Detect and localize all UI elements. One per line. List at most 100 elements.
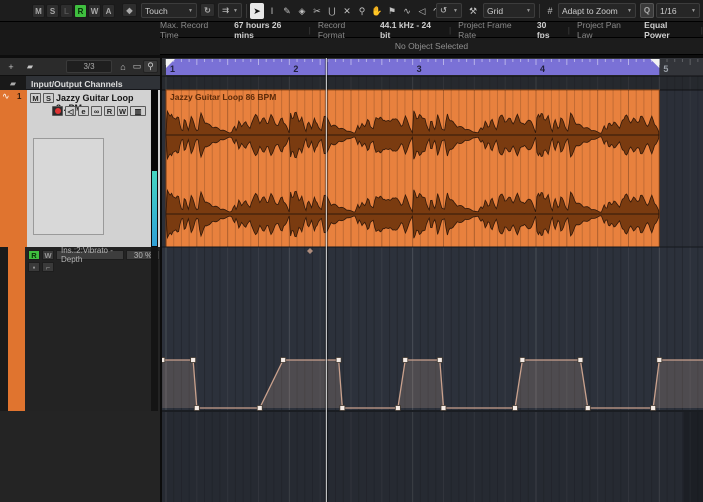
line-tool[interactable]: ∿ xyxy=(400,3,414,19)
automation-point[interactable] xyxy=(437,358,442,363)
quantize-dropdown[interactable]: 1/16 ▼ xyxy=(656,3,700,18)
global-a-button[interactable]: A xyxy=(102,4,115,18)
tool-buttons: ➤I✎◈✂⋃✕⚲✋⚑∿◁↷ xyxy=(250,3,444,19)
global-m-button[interactable]: M xyxy=(32,4,45,18)
chevron-down-icon: ▼ xyxy=(691,8,696,14)
automation-point[interactable] xyxy=(257,406,262,411)
audio-event[interactable]: Jazzy Guitar Loop 86 BPM xyxy=(166,90,659,247)
read-automation-button[interactable]: R xyxy=(104,106,115,116)
status-value[interactable]: Equal Power xyxy=(644,20,694,40)
read-automation-button[interactable]: R xyxy=(28,250,40,260)
automation-point[interactable] xyxy=(441,406,446,411)
audio-track-header[interactable]: ∿ 1 M S Jazzy Guitar Loop 8...PM ◁ e ∞ R… xyxy=(0,90,160,247)
status-label: Project Frame Rate xyxy=(458,20,530,40)
global-r-button[interactable]: R xyxy=(74,4,87,18)
color-tool-dropdown[interactable]: ↺ ▼ xyxy=(436,3,462,18)
split-tool[interactable]: ✂ xyxy=(310,3,324,19)
folder-icon[interactable]: ▰ xyxy=(0,76,26,90)
track-picture-box[interactable] xyxy=(33,138,104,235)
chevron-down-icon: ▼ xyxy=(526,8,531,14)
mute-tool[interactable]: ✕ xyxy=(340,3,354,19)
ruler-bar-label: 2 xyxy=(293,64,298,74)
write-automation-button[interactable]: W xyxy=(117,106,128,116)
global-s-button[interactable]: S xyxy=(46,4,59,18)
folder-track-io-channels[interactable]: ▰ Input/Output Channels xyxy=(0,76,160,90)
level-meter-fill xyxy=(152,171,157,246)
automation-point[interactable] xyxy=(578,358,583,363)
erase-tool[interactable]: ◈ xyxy=(295,3,309,19)
marker-tool[interactable]: ⚑ xyxy=(385,3,399,19)
info-line-message: No Object Selected xyxy=(395,41,468,51)
monitor-button[interactable]: ◁ xyxy=(65,106,76,116)
toolbar-separator xyxy=(539,4,540,18)
track-color-strip[interactable] xyxy=(8,247,25,411)
snap-type-dropdown[interactable]: Grid ▼ xyxy=(483,3,535,18)
status-value[interactable]: 44.1 kHz - 24 bit xyxy=(380,20,442,40)
quantize-icon[interactable]: Q xyxy=(640,3,654,18)
status-value[interactable]: 67 hours 26 mins xyxy=(234,20,302,40)
track-color-strip[interactable] xyxy=(0,90,27,247)
automation-indent xyxy=(0,247,8,411)
status-bar-left-spacer xyxy=(0,22,160,55)
glue-tool[interactable]: ⋃ xyxy=(325,3,339,19)
global-w-button[interactable]: W xyxy=(88,4,101,18)
home-button[interactable]: ⌂ xyxy=(116,60,130,73)
automation-mode-icon[interactable]: ◆ xyxy=(122,3,137,17)
automation-point[interactable] xyxy=(657,358,662,363)
ruler-bar-label: 5 xyxy=(663,64,668,74)
zoom-tool[interactable]: ⚲ xyxy=(355,3,369,19)
chevron-down-icon: ▼ xyxy=(188,8,193,14)
snap-toggle-button[interactable]: ⚒ xyxy=(466,3,480,19)
status-value[interactable]: 30 fps xyxy=(537,20,561,40)
play-tool[interactable]: ◁ xyxy=(415,3,429,19)
track-visibility-pager[interactable]: 3/3 xyxy=(66,60,112,73)
range-selection-tool[interactable]: I xyxy=(265,3,279,19)
record-icon xyxy=(55,108,61,114)
draw-tool[interactable]: ✎ xyxy=(280,3,294,19)
solo-button[interactable]: S xyxy=(43,93,54,103)
automation-point[interactable] xyxy=(513,406,518,411)
level-meter xyxy=(151,90,158,247)
status-label: Project Pan Law xyxy=(577,20,637,40)
automation-point[interactable] xyxy=(520,358,525,363)
automation-curve-button[interactable]: ⌐ xyxy=(42,262,54,272)
automation-point[interactable] xyxy=(651,406,656,411)
automation-mode-dropdown[interactable]: Touch ▼ xyxy=(141,3,197,18)
track-list-empty-area[interactable] xyxy=(0,411,160,502)
automation-point[interactable] xyxy=(162,358,165,363)
edit-channel-button[interactable]: e xyxy=(78,106,89,116)
add-folder-button[interactable]: ▰ xyxy=(22,60,38,73)
event-display-area[interactable]: 12345 Jazzy Guitar Loop 86 BPM xyxy=(162,58,703,502)
automation-track-header[interactable]: R W Ins.:2:Vibrato - Depth 30 % ▪ ⌐ xyxy=(0,247,160,411)
freeze-button[interactable]: ∞ xyxy=(91,106,102,116)
automation-point[interactable] xyxy=(281,358,286,363)
write-automation-button[interactable]: W xyxy=(42,250,54,260)
grid-type-dropdown[interactable]: Adapt to Zoom ▼ xyxy=(558,3,636,18)
find-track-button[interactable]: ⚲ xyxy=(143,60,158,73)
global-l-button[interactable]: L xyxy=(60,4,73,18)
ruler[interactable]: 12345 xyxy=(166,59,698,75)
mute-button[interactable]: M xyxy=(30,93,41,103)
status-label: Record Format xyxy=(318,20,373,40)
automation-point[interactable] xyxy=(395,406,400,411)
record-enable-button[interactable] xyxy=(52,106,63,116)
cubase-project-window: { "top_toolbar": { "track_state_buttons"… xyxy=(0,0,703,502)
automation-parameter-selector[interactable]: Ins.:2:Vibrato - Depth xyxy=(56,250,124,260)
add-track-button[interactable]: + xyxy=(4,60,18,73)
autoscroll-button[interactable]: ⇉ ▼ xyxy=(218,3,242,18)
mute-automation-button[interactable]: ▪ xyxy=(28,262,40,272)
automation-point[interactable] xyxy=(194,406,199,411)
automation-point[interactable] xyxy=(336,358,341,363)
channel-strip-icon[interactable]: ▥ xyxy=(130,106,146,116)
automation-point[interactable] xyxy=(191,358,196,363)
object-selection-tool[interactable]: ➤ xyxy=(250,3,264,19)
automation-point[interactable] xyxy=(403,358,408,363)
reset-automation-button[interactable]: ↻ xyxy=(200,3,215,17)
snap-type-label: Grid xyxy=(487,6,503,16)
hand-tool[interactable]: ✋ xyxy=(370,3,384,19)
chevron-down-icon: ▼ xyxy=(233,8,238,14)
layout-button[interactable]: ▭ xyxy=(130,60,144,73)
automation-point[interactable] xyxy=(585,406,590,411)
automation-point[interactable] xyxy=(340,406,345,411)
automation-state-buttons: MSLRWA xyxy=(32,4,115,18)
